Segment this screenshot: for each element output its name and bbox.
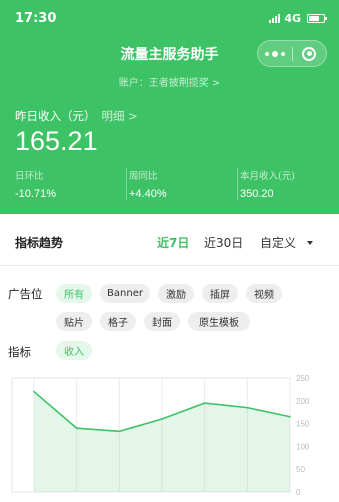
data-point — [118, 430, 121, 433]
status-time: 17:30 — [15, 11, 57, 26]
data-point — [203, 402, 206, 404]
close-icon[interactable] — [293, 46, 327, 61]
tab-custom-range[interactable]: 自定义 — [260, 234, 314, 251]
account-switch[interactable]: 账户：王者披荆揽奖 > — [0, 74, 339, 89]
metric-week-over-week: 周同比 +4.40% — [126, 168, 167, 200]
income-label: 昨日收入（元） — [15, 109, 96, 123]
y-tick-label: 100 — [296, 442, 310, 451]
y-tick-label: 200 — [296, 397, 310, 406]
header: 17:30 4G 流量主服务助手 账户：王者披荆揽奖 > 昨日收入（元） 明细 >… — [0, 0, 339, 214]
chip-ad-all[interactable]: 所有 — [56, 284, 92, 303]
metric-label: 日环比 — [15, 171, 44, 182]
signal-icon — [269, 14, 281, 23]
data-point — [75, 427, 78, 429]
tab-last-30-days[interactable]: 近30日 — [204, 234, 243, 251]
income-trend-chart: 250 200 150 100 50 0 — [11, 374, 310, 497]
metric-day-over-day: 日环比 -10.71% — [15, 168, 56, 200]
chip-ad-cover[interactable]: 封面 — [144, 312, 180, 331]
chip-metric-income[interactable]: 收入 — [56, 341, 92, 360]
filter-panel: 广告位 所有 Banner 激励 插屏 视频 贴片 格子 封面 原生模板 指标 … — [0, 266, 339, 366]
metric-month-income: 本月收入(元) 350.20 — [237, 168, 295, 200]
metric-value: +4.40% — [129, 188, 167, 200]
status-indicators: 4G — [269, 12, 327, 25]
y-tick-label: 0 — [296, 488, 301, 497]
chip-ad-native-template[interactable]: 原生模板 — [188, 312, 250, 331]
chip-ad-incentive[interactable]: 激励 — [158, 284, 194, 303]
data-point — [33, 390, 35, 393]
network-type: 4G — [284, 12, 301, 25]
chevron-down-icon — [307, 240, 314, 245]
trend-title: 指标趋势 — [15, 236, 64, 250]
status-bar: 17:30 4G — [0, 0, 339, 34]
y-tick-label: 150 — [296, 420, 310, 429]
y-tick-label: 250 — [296, 374, 310, 383]
income-value: 165.21 — [15, 126, 98, 156]
chip-ad-preroll[interactable]: 贴片 — [56, 312, 92, 331]
chip-ad-grid[interactable]: 格子 — [100, 312, 136, 331]
trend-section-header: 指标趋势 近7日 近30日 自定义 — [0, 214, 339, 266]
metric-label: 周同比 — [129, 171, 158, 182]
metric-value: 350.20 — [240, 188, 274, 200]
miniprogram-capsule — [257, 40, 327, 67]
chip-ad-interstitial[interactable]: 插屏 — [202, 284, 238, 303]
income-label-row: 昨日收入（元） 明细 > — [15, 108, 138, 124]
metric-filter-label: 指标 — [8, 345, 31, 359]
data-point — [161, 418, 163, 420]
more-icon[interactable] — [258, 50, 292, 57]
metric-label: 本月收入(元) — [240, 171, 295, 182]
ad-slot-label: 广告位 — [8, 287, 43, 301]
battery-icon — [307, 14, 327, 23]
data-point — [246, 406, 249, 409]
income-detail-link[interactable]: 明细 > — [102, 109, 138, 123]
y-tick-label: 50 — [296, 465, 305, 474]
tab-custom-label: 自定义 — [260, 236, 297, 250]
chip-ad-video[interactable]: 视频 — [246, 284, 282, 303]
data-point — [289, 415, 291, 418]
tab-last-7-days[interactable]: 近7日 — [157, 234, 189, 251]
metric-value: -10.71% — [15, 188, 56, 200]
chip-ad-banner[interactable]: Banner — [100, 284, 150, 303]
